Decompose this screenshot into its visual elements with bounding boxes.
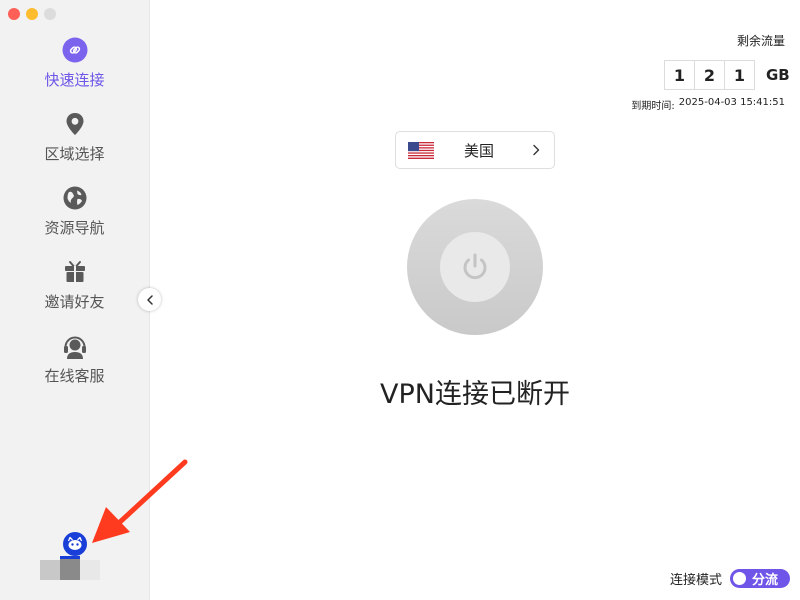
region-name: 美国 xyxy=(463,141,494,160)
remaining-traffic-counter: 1 2 1 GB xyxy=(664,60,790,90)
traffic-unit: GB xyxy=(766,66,790,84)
traffic-digit: 1 xyxy=(724,60,755,90)
headset-icon xyxy=(62,333,88,359)
region-select-button[interactable]: 美国 xyxy=(395,131,555,169)
traffic-digit: 2 xyxy=(694,60,725,90)
chevron-right-icon xyxy=(533,144,540,156)
user-avatar[interactable] xyxy=(40,556,100,580)
minimize-window-button[interactable] xyxy=(26,8,38,20)
window-controls xyxy=(8,8,56,20)
sidebar-item-resource-nav[interactable]: 资源导航 xyxy=(0,185,149,238)
connection-mode-label: 连接模式 xyxy=(669,573,722,588)
sidebar-item-region-select[interactable]: 区域选择 xyxy=(0,111,149,164)
sidebar-item-label: 资源导航 xyxy=(44,219,105,237)
sidebar-item-label: 区域选择 xyxy=(44,145,105,163)
connection-mode: 连接模式 分流 xyxy=(670,569,790,588)
globe-icon xyxy=(62,185,88,211)
sidebar-item-label: 在线客服 xyxy=(44,367,105,385)
traffic-digit: 1 xyxy=(664,60,695,90)
sidebar-item-label: 快速连接 xyxy=(44,71,105,89)
power-icon xyxy=(463,253,487,280)
sidebar-item-label: 邀请好友 xyxy=(44,293,105,311)
connection-status: VPN连接已断开 xyxy=(380,379,570,410)
sidebar-item-invite-friends[interactable]: 邀请好友 xyxy=(0,259,149,312)
sidebar-item-online-support[interactable]: 在线客服 xyxy=(0,333,149,386)
location-pin-icon xyxy=(62,111,88,137)
app-logo-icon xyxy=(63,532,87,556)
red-arrow-annotation xyxy=(92,459,188,543)
expire-value: 2025-04-03 15:41:51 xyxy=(678,97,785,108)
zoom-window-button[interactable] xyxy=(44,8,56,20)
close-window-button[interactable] xyxy=(8,8,20,20)
gift-icon xyxy=(62,259,88,285)
split-mode-value: 分流 xyxy=(752,573,779,588)
remaining-traffic-label: 剩余流量 xyxy=(736,34,785,48)
power-button-core xyxy=(440,232,510,302)
sidebar-item-quick-connect[interactable]: 快速连接 xyxy=(0,37,149,90)
expire-time: 到期时间: 2025-04-03 15:41:51 xyxy=(631,97,785,112)
toggle-knob xyxy=(733,572,746,585)
link-icon xyxy=(62,37,88,63)
expire-label: 到期时间: xyxy=(631,101,675,112)
split-mode-toggle[interactable]: 分流 xyxy=(730,569,790,588)
connect-power-button[interactable] xyxy=(407,199,543,335)
chevron-left-icon xyxy=(146,294,153,305)
collapse-sidebar-button[interactable] xyxy=(138,288,161,311)
